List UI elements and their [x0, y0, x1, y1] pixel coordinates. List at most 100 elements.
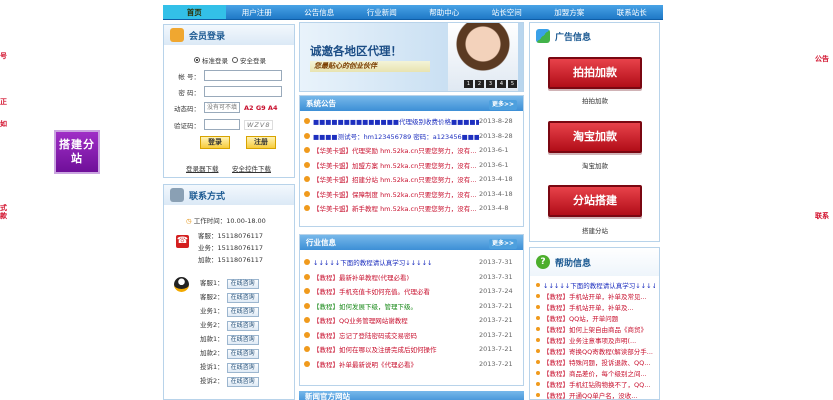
online-consult-button[interactable]: 在线咨询 — [226, 335, 259, 345]
nav-franchise[interactable]: 加盟方案 — [538, 5, 601, 19]
notice-item[interactable]: 【华美卡盟】代理奖励 hm.52ka.cn只要您努力，没有... 2013-6-1 — [304, 143, 519, 158]
dynamic-code-input[interactable] — [204, 102, 240, 113]
bullet-icon — [304, 176, 310, 183]
industry-item[interactable]: 【教程】最新补单教程(代理必看) 2013-7-31 — [304, 270, 519, 285]
bullet-icon — [304, 273, 310, 280]
build-substation-float-ad[interactable]: 搭建分站 — [54, 130, 100, 174]
promo-banner[interactable]: 诚邀各地区代理！ 您最贴心的创业伙伴 1 2 3 4 5 — [299, 22, 524, 92]
help-item[interactable]: 【教程】特殊问题，投诉退款、QQ... — [536, 356, 655, 367]
left-float-text[interactable]: 如 — [0, 120, 12, 128]
help-item[interactable]: ↓↓↓↓↓下面的教程请认真学习↓↓↓↓↓ — [536, 279, 655, 290]
industry-item[interactable]: ↓↓↓↓↓下面的教程请认真学习↓↓↓↓↓ 2013-7-31 — [304, 255, 519, 270]
industry-panel: 行业信息 更多>> ↓↓↓↓↓下面的教程请认真学习↓↓↓↓↓ 2013-7-31 【… — [299, 234, 524, 386]
notice-item[interactable]: ■■■■■■■■■■■■■■代理级别收费价格■■■■■■■■■■■■■■2013… — [304, 114, 519, 129]
help-item[interactable]: 【教程】QQ站，开单问题 — [536, 312, 655, 323]
help-item[interactable]: 【教程】如何上架自由商品《商贸》 — [536, 323, 655, 334]
qq-label: 业务2： — [200, 321, 224, 329]
notice-item-title: 【华美卡盟】代理奖励 hm.52ka.cn只要您努力，没有... — [313, 147, 477, 156]
industry-item-date: 2013-7-21 — [479, 330, 513, 339]
industry-item-date: 2013-7-21 — [479, 316, 513, 325]
notice-item-date: 2013-6-1 — [479, 146, 509, 155]
online-consult-button[interactable]: 在线咨询 — [226, 349, 259, 359]
help-item[interactable]: 【教程】手机站开单，补单及... — [536, 301, 655, 312]
login-title: 会员登录 — [189, 31, 226, 42]
help-item-title: ↓↓↓↓↓下面的教程请认真学习↓↓↓↓↓ — [543, 281, 655, 290]
help-item[interactable]: 【教程】商品差价，每个级别之间... — [536, 367, 655, 378]
nav-home[interactable]: 首页 — [163, 5, 226, 19]
notice-item[interactable]: ■■■■测试号：hm123456789 密码：a123456■■■■■■2013… — [304, 129, 519, 144]
banner-page-2[interactable]: 2 — [475, 80, 484, 88]
register-button[interactable]: 注册 — [246, 136, 276, 149]
account-input[interactable] — [204, 70, 282, 81]
help-item[interactable]: 【教程】业务注意事项及声明(... — [536, 334, 655, 345]
account-label: 帐 号： — [178, 72, 200, 81]
nav-news[interactable]: 行业新闻 — [351, 5, 414, 19]
right-float-text[interactable]: 联系 — [815, 212, 833, 220]
help-item-title: 【教程】手机站开单，补单及常见... — [543, 292, 647, 301]
banner-page-1[interactable]: 1 — [464, 80, 473, 88]
notice-item-title: 【华美卡盟】加盟方案 hm.52ka.cn只要您努力，没有... — [313, 161, 477, 170]
online-consult-button[interactable]: 在线咨询 — [226, 307, 259, 317]
left-float-text[interactable]: 号 — [0, 52, 12, 60]
notice-item[interactable]: 【华美卡盟】保障制度 hm.52ka.cn只要您努力，没有... 2013-4-1… — [304, 187, 519, 202]
industry-item[interactable]: 【教程】如何在哪以及注册完成后如何操作 2013-7-21 — [304, 342, 519, 357]
substation-build-ad[interactable]: 分站搭建 — [548, 185, 642, 217]
banner-page-5[interactable]: 5 — [508, 80, 517, 88]
left-float-text[interactable]: 正 — [0, 98, 12, 106]
help-item-title: 【教程】商品差价，每个级别之间... — [543, 369, 647, 378]
nav-webmaster-space[interactable]: 站长空间 — [476, 5, 539, 19]
industry-item[interactable]: 【教程】手机充值卡如何充值。代理必看 2013-7-24 — [304, 284, 519, 299]
industry-item[interactable]: 【教程】补单最新说明《代理必看》 2013-7-21 — [304, 357, 519, 372]
nav-help[interactable]: 帮助中心 — [413, 5, 476, 19]
banner-pager: 1 2 3 4 5 — [464, 80, 517, 88]
contact-panel: 联系方式 ◷ 工作时间：10.00-18.00 ☎ 客服：15118076117… — [163, 184, 295, 400]
taobao-recharge-caption[interactable]: 淘宝加款 — [548, 160, 642, 170]
notice-item[interactable]: 【华美卡盟】加盟方案 hm.52ka.cn只要您努力，没有... 2013-6-1 — [304, 158, 519, 173]
help-item[interactable]: 【教程】手机红钻购物换不了，QQ... — [536, 378, 655, 389]
help-item[interactable]: 【教程】寄换QQ寄教程(解读部分手... — [536, 345, 655, 356]
help-item[interactable]: 【教程】开通QQ单户名，没收... — [536, 389, 655, 400]
substation-build-caption[interactable]: 搭建分站 — [548, 225, 642, 235]
clock-icon: ◷ — [186, 217, 192, 225]
industry-item[interactable]: 【教程】如何发展下级，管理下级。 2013-7-21 — [304, 299, 519, 314]
online-consult-button[interactable]: 在线咨询 — [226, 293, 259, 303]
qq-label: 投诉1： — [200, 363, 224, 371]
notice-item[interactable]: 【华美卡盟】新手教程 hm.52ka.cn只要您努力，没有... 2013-4-8 — [304, 201, 519, 216]
online-consult-button[interactable]: 在线咨询 — [226, 377, 259, 387]
notice-item-date: 2013-6-1 — [479, 160, 509, 169]
password-input[interactable] — [204, 86, 282, 97]
captcha-image[interactable]: WZV8 — [244, 119, 274, 130]
industry-item[interactable]: 【教程】忘记了登陆密码或交易密码 2013-7-21 — [304, 328, 519, 343]
taobao-recharge-ad[interactable]: 淘宝加款 — [548, 121, 642, 153]
secure-login-radio[interactable] — [232, 57, 238, 63]
industry-item-title: 【教程】手机充值卡如何充值。代理必看 — [313, 288, 430, 297]
security-control-download-link[interactable]: 安全控件下载 — [232, 163, 271, 173]
paipai-recharge-ad[interactable]: 拍拍加款 — [548, 57, 642, 89]
right-float-text[interactable]: 公告 — [815, 55, 833, 63]
industry-item[interactable]: 【教程】QQ业务管理网站谢教程 2013-7-21 — [304, 313, 519, 328]
left-float-text[interactable]: 式 — [0, 204, 12, 212]
left-float-text[interactable]: 款 — [0, 212, 12, 220]
notice-more-link[interactable]: 更多>> — [488, 100, 517, 110]
nav-contact[interactable]: 联系站长 — [601, 5, 664, 19]
captcha-input[interactable] — [204, 119, 240, 130]
online-consult-button[interactable]: 在线咨询 — [226, 279, 259, 289]
bullet-icon — [304, 346, 310, 353]
question-icon: ? — [536, 255, 550, 269]
banner-page-4[interactable]: 4 — [497, 80, 506, 88]
industry-more-link[interactable]: 更多>> — [488, 239, 517, 249]
paipai-recharge-caption[interactable]: 拍拍加款 — [548, 95, 642, 105]
notice-item[interactable]: 【华美卡盟】招建分站 hm.52ka.cn只要您努力，没有... 2013-4-1… — [304, 172, 519, 187]
bullet-icon — [304, 205, 310, 212]
nav-notice[interactable]: 公告信息 — [288, 5, 351, 19]
qq-label: 业务1： — [200, 307, 224, 315]
online-consult-button[interactable]: 在线咨询 — [226, 363, 259, 373]
online-consult-button[interactable]: 在线咨询 — [226, 321, 259, 331]
help-item[interactable]: 【教程】手机站开单，补单及常见... — [536, 290, 655, 301]
banner-page-3[interactable]: 3 — [486, 80, 495, 88]
login-tool-download-link[interactable]: 登录器下载 — [186, 163, 219, 173]
standard-login-radio[interactable] — [194, 57, 200, 63]
login-button[interactable]: 登录 — [200, 136, 230, 149]
bullet-icon — [536, 337, 540, 342]
nav-register[interactable]: 用户注册 — [226, 5, 289, 19]
